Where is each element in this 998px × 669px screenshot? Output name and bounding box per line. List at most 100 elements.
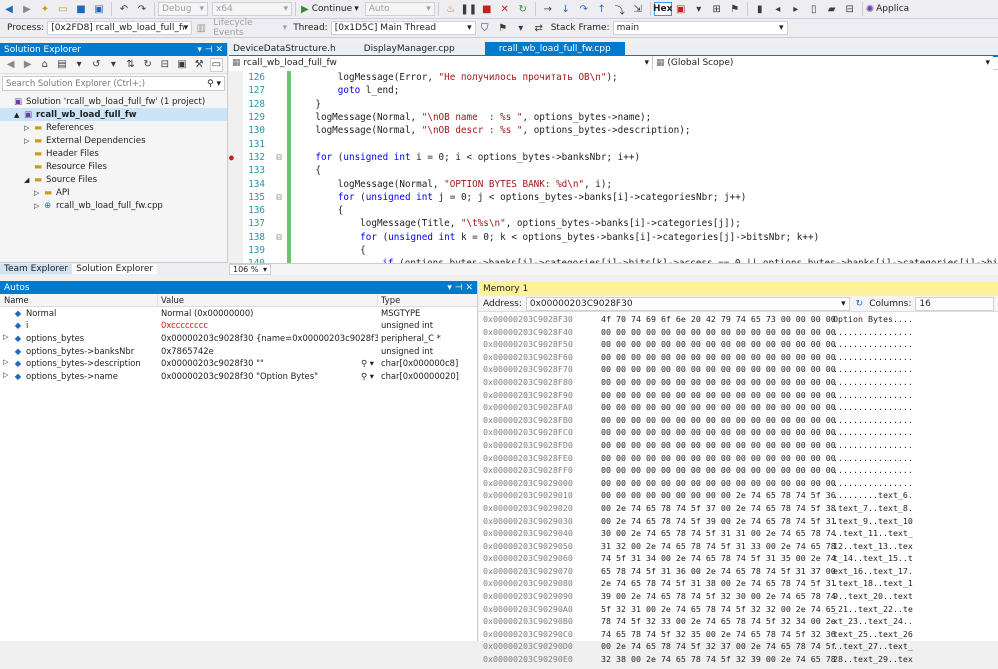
global-scope-select[interactable]: ▦ (Global Scope) ▾ [653, 56, 993, 70]
chevron-down-icon[interactable]: ▾ [692, 2, 706, 16]
memory-ascii[interactable]: ................ [833, 402, 913, 415]
memory-hex-view[interactable]: 0x00000203C9028F30 4f 70 74 69 6f 6e 20 4… [479, 312, 998, 669]
memory-hex-bytes[interactable]: 5f 32 31 00 2e 74 65 78 74 5f 32 32 00 2… [601, 604, 836, 617]
clear-all-icon[interactable]: ⊟ [843, 2, 857, 16]
memory-ascii[interactable]: ................ [833, 352, 913, 365]
code-line[interactable]: 131 [229, 137, 998, 150]
tab-device-data-structure[interactable]: DeviceDataStructure.h [229, 44, 344, 54]
memory-row[interactable]: 0x00000203C9028FA0 00 00 00 00 00 00 00 0… [483, 402, 994, 415]
memory-hex-bytes[interactable]: 30 00 2e 74 65 78 74 5f 31 31 00 2e 74 6… [601, 528, 836, 541]
code-line[interactable]: 133 { [229, 164, 998, 177]
column-value[interactable]: Value [158, 294, 378, 305]
memory-row[interactable]: 0x00000203C9028F80 00 00 00 00 00 00 00 0… [483, 377, 994, 390]
memory-row[interactable]: 0x00000203C9029030 00 2e 74 65 78 74 5f 3… [483, 516, 994, 529]
step-into-icon[interactable]: ↓ [559, 2, 573, 16]
sync-icon[interactable]: ⇅ [124, 58, 137, 72]
dropdown-icon[interactable]: ▾ [197, 45, 202, 55]
application-insights-button[interactable]: ✺ Applica [866, 4, 909, 15]
memory-hex-bytes[interactable]: 00 00 00 00 00 00 00 00 00 00 00 00 00 0… [601, 327, 836, 340]
memory-hex-bytes[interactable]: 00 00 00 00 00 00 00 00 00 00 00 00 00 0… [601, 478, 836, 491]
expand-arrow-icon[interactable] [0, 346, 10, 356]
memory-hex-bytes[interactable]: 65 78 74 5f 31 36 00 2e 74 65 78 74 5f 3… [601, 566, 836, 579]
navigate-back-icon[interactable]: ◀ [2, 2, 16, 16]
memory-ascii[interactable]: t_14..text_15..t [833, 553, 913, 566]
code-line[interactable]: ● 132 ⊟ for (unsigned int i = 0; i < optio… [229, 151, 998, 164]
back-icon[interactable]: ◀ [4, 58, 17, 72]
expand-arrow-icon[interactable]: ▷ [34, 189, 44, 197]
refresh-icon[interactable]: ↻ [856, 299, 864, 309]
memory-row[interactable]: 0x00000203C9028FE0 00 00 00 00 00 00 00 0… [483, 453, 994, 466]
memory-hex-bytes[interactable]: 32 38 00 2e 74 65 78 74 5f 32 39 00 2e 7… [601, 654, 836, 667]
memory-ascii[interactable]: xt_23..text_24.. [833, 616, 913, 629]
memory-hex-bytes[interactable]: 78 74 5f 32 33 00 2e 74 65 78 74 5f 32 3… [601, 616, 836, 629]
memory-row[interactable]: 0x00000203C90290A0 5f 32 31 00 2e 74 65 7… [483, 604, 994, 617]
refresh-icon[interactable]: ↻ [141, 58, 154, 72]
memory-row[interactable]: 0x00000203C9028F70 00 00 00 00 00 00 00 0… [483, 364, 994, 377]
memory-ascii[interactable]: ................ [833, 364, 913, 377]
memory-row[interactable]: 0x00000203C9028FD0 00 00 00 00 00 00 00 0… [483, 440, 994, 453]
code-line[interactable]: 139 { [229, 244, 998, 257]
fold-toggle[interactable]: ⊟ [265, 152, 293, 163]
pending-changes-icon[interactable]: ↺ [90, 58, 103, 72]
memory-row[interactable]: 0x00000203C90290E0 32 38 00 2e 74 65 78 7… [483, 654, 994, 667]
thread-select[interactable]: [0x1D5C] Main Thread ▾ [330, 21, 476, 35]
memory-ascii[interactable]: ..text_27..text_ [833, 641, 913, 654]
memory-hex-bytes[interactable]: 00 00 00 00 00 00 00 00 00 00 00 00 00 0… [601, 402, 836, 415]
exception-icon[interactable]: ▣ [674, 2, 688, 16]
memory-hex-bytes[interactable]: 00 00 00 00 00 00 00 00 00 00 00 00 00 0… [601, 440, 836, 453]
save-icon[interactable]: ■ [74, 2, 88, 16]
memory-hex-bytes[interactable]: 31 32 00 2e 74 65 78 74 5f 31 33 00 2e 7… [601, 541, 836, 554]
memory-row[interactable]: 0x00000203C9028F50 00 00 00 00 00 00 00 0… [483, 339, 994, 352]
tree-item[interactable]: ▷ ⊕ rcall_wb_load_full_fw.cpp [0, 199, 227, 212]
autos-row[interactable]: ◆ Normal Normal (0x00000000) MSGTYPE [0, 307, 477, 320]
step-icon[interactable]: ⤵ [613, 2, 627, 17]
autos-row[interactable]: ▷ ◆ options_bytes->name 0x00000203c9028f30 … [0, 370, 477, 383]
memory-ascii[interactable]: Option Bytes.... [833, 314, 913, 327]
tree-item[interactable]: ▷ ▬ API [0, 186, 227, 199]
memory-ascii[interactable]: ................ [833, 465, 913, 478]
code-line[interactable]: 135 ⊟ for (unsigned int j = 0; j < option… [229, 191, 998, 204]
tree-item[interactable]: ▣ Solution 'rcall_wb_load_full_fw' (1 pro… [0, 95, 227, 108]
expand-arrow-icon[interactable]: ▷ [34, 202, 44, 210]
code-line[interactable]: 127 goto l_end; [229, 84, 998, 97]
stack-frame-select[interactable]: main ▾ [612, 21, 788, 35]
folder-bookmark-icon[interactable]: ▰ [825, 2, 839, 16]
memory-row[interactable]: 0x00000203C9028FB0 00 00 00 00 00 00 00 0… [483, 415, 994, 428]
memory-ascii[interactable]: ................ [833, 453, 913, 466]
memory-ascii[interactable]: ext_16..text_17. [833, 566, 913, 579]
expand-arrow-icon[interactable] [0, 308, 10, 318]
forward-icon[interactable]: ▶ [21, 58, 34, 72]
column-name[interactable]: Name [0, 294, 158, 305]
code-line[interactable]: 126 logMessage(Error, "Не получилось про… [229, 71, 998, 84]
memory-ascii[interactable]: ................ [833, 327, 913, 340]
tab-rcall-main[interactable]: rcall_wb_load_full_fw.cpp [484, 42, 625, 56]
expand-arrow-icon[interactable]: ▷ [0, 358, 10, 368]
flame-icon[interactable]: ♨ [444, 2, 458, 16]
redo-icon[interactable]: ↷ [135, 2, 149, 16]
memory-row[interactable]: 0x00000203C9028FC0 00 00 00 00 00 00 00 0… [483, 427, 994, 440]
expand-arrow-icon[interactable]: ▷ [0, 333, 10, 343]
stop-icon[interactable]: ■ [480, 2, 494, 16]
pause-icon[interactable]: ❚❚ [460, 2, 477, 16]
variable-value[interactable]: 0x00000203c9028f30 "" [161, 358, 264, 368]
column-type[interactable]: Type [378, 295, 400, 305]
switch-views-icon[interactable]: ▤ [55, 58, 68, 72]
new-project-icon[interactable]: ✦ [38, 2, 52, 16]
memory-hex-bytes[interactable]: 00 00 00 00 00 00 00 00 00 2e 74 65 78 7… [601, 490, 836, 503]
hex-toggle[interactable]: Hex [653, 2, 672, 16]
chevron-down-icon[interactable]: ▾ [73, 58, 86, 72]
memory-hex-bytes[interactable]: 00 2e 74 65 78 74 5f 32 37 00 2e 74 65 7… [601, 641, 836, 654]
memory-ascii[interactable]: ................ [833, 390, 913, 403]
memory-ascii[interactable]: ................ [833, 427, 913, 440]
memory-ascii[interactable]: ................ [833, 478, 913, 491]
chevron-down-icon[interactable]: ▾ [107, 58, 120, 72]
zoom-select[interactable]: 106 % ▾ [229, 264, 271, 275]
flag-icon[interactable]: ⚑ [728, 2, 742, 16]
variable-value[interactable]: 0x00000203c9028f30 "Option Bytes" [161, 371, 318, 381]
config-select[interactable]: Debug ▾ [158, 2, 208, 16]
memory-ascii[interactable]: text_25..text_26 [833, 629, 913, 642]
memory-address-input[interactable]: 0x00000203C9028F30 ▾ [525, 296, 850, 311]
memory-ascii[interactable]: 28..text_29..tex [833, 654, 913, 667]
tree-item[interactable]: ▲ ▣ rcall_wb_load_full_fw [0, 108, 227, 121]
autos-row[interactable]: ▷ ◆ options_bytes->description 0x00000203c9… [0, 357, 477, 370]
